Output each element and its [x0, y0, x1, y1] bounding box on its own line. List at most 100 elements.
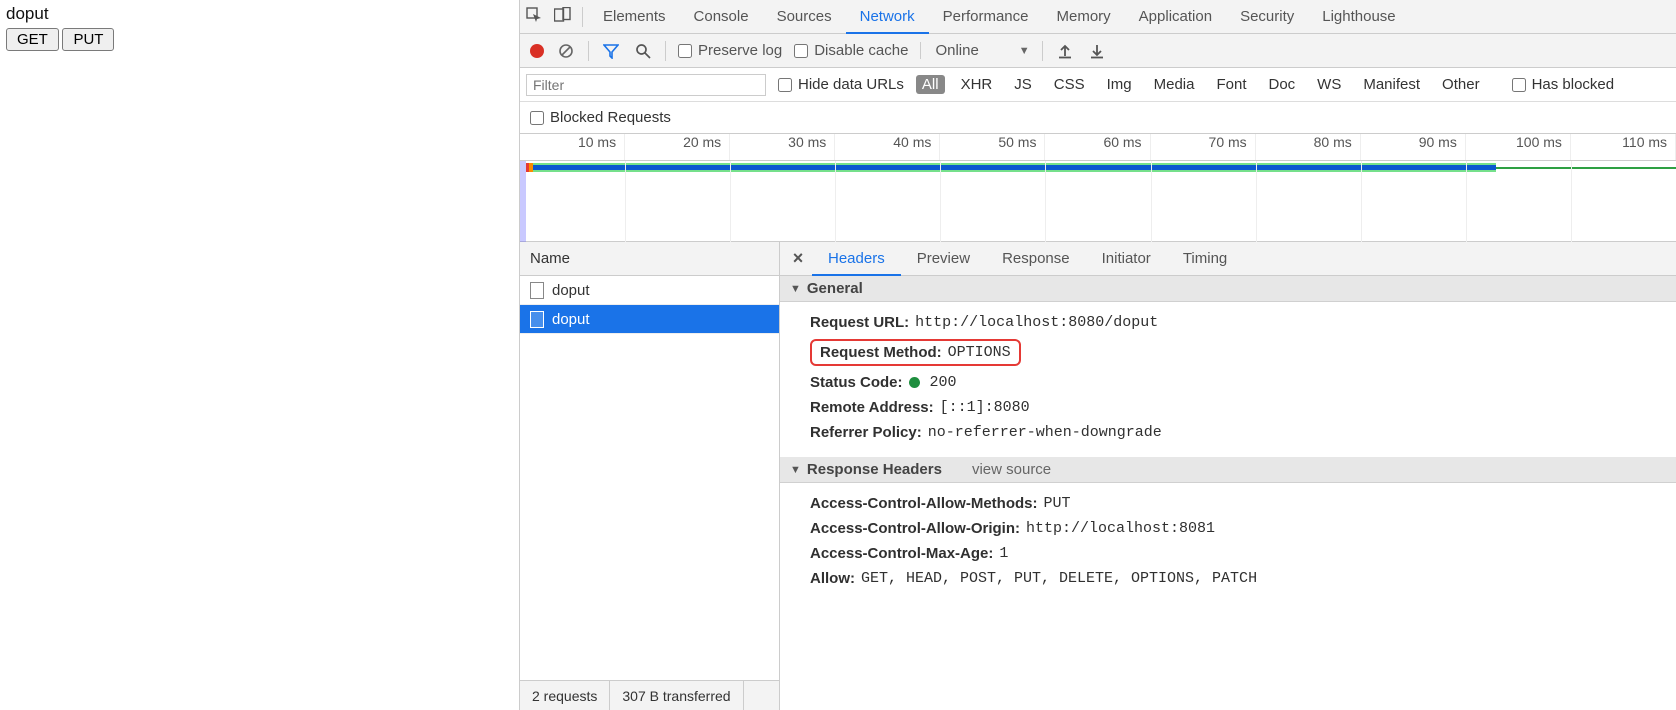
blocked-requests-row: Blocked Requests — [520, 102, 1676, 134]
disable-cache-checkbox[interactable]: Disable cache — [794, 42, 908, 59]
request-status-bar: 2 requests 307 B transferred — [520, 680, 779, 710]
status-requests: 2 requests — [520, 681, 610, 710]
acao-value: http://localhost:8081 — [1026, 520, 1215, 537]
request-list-header[interactable]: Name — [520, 242, 779, 276]
filter-input[interactable] — [526, 74, 766, 96]
request-name: doput — [552, 282, 590, 299]
tab-memory[interactable]: Memory — [1043, 0, 1125, 34]
allow-value: GET, HEAD, POST, PUT, DELETE, OPTIONS, P… — [861, 570, 1257, 587]
page-button-row: GET PUT — [6, 28, 513, 51]
section-general-title: General — [807, 280, 863, 297]
tab-performance[interactable]: Performance — [929, 0, 1043, 34]
filter-type-doc[interactable]: Doc — [1262, 75, 1301, 94]
has-blocked-input[interactable] — [1512, 78, 1526, 92]
blocked-requests-input[interactable] — [530, 111, 544, 125]
referrer-policy-value: no-referrer-when-downgrade — [928, 424, 1162, 441]
section-general[interactable]: ▼ General — [780, 276, 1676, 302]
details-body: ▼ General Request URL: http://localhost:… — [780, 276, 1676, 710]
request-row[interactable]: doput — [520, 305, 779, 334]
download-har-icon[interactable] — [1087, 43, 1107, 59]
filter-type-img[interactable]: Img — [1101, 75, 1138, 94]
tab-network[interactable]: Network — [846, 0, 929, 34]
timeline-overview[interactable] — [520, 161, 1676, 242]
request-name: doput — [552, 311, 590, 328]
tab-elements[interactable]: Elements — [589, 0, 680, 34]
time-tick: 90 ms — [1361, 134, 1466, 160]
filter-type-manifest[interactable]: Manifest — [1357, 75, 1426, 94]
hide-data-urls-checkbox[interactable]: Hide data URLs — [778, 76, 904, 93]
request-row[interactable]: doput — [520, 276, 779, 305]
devtools: ElementsConsoleSourcesNetworkPerformance… — [520, 0, 1676, 710]
acma-value: 1 — [999, 545, 1008, 562]
network-timeline[interactable]: 10 ms20 ms30 ms40 ms50 ms60 ms70 ms80 ms… — [520, 134, 1676, 242]
device-toggle-icon[interactable] — [548, 7, 576, 27]
section-response-headers-title: Response Headers — [807, 461, 942, 478]
details-pane: × HeadersPreviewResponseInitiatorTiming … — [780, 242, 1676, 710]
close-icon[interactable]: × — [784, 248, 812, 269]
filter-type-all[interactable]: All — [916, 75, 945, 94]
time-tick: 20 ms — [625, 134, 730, 160]
page-title: doput — [6, 4, 513, 24]
preserve-log-input[interactable] — [678, 44, 692, 58]
time-tick: 60 ms — [1045, 134, 1150, 160]
blocked-requests-checkbox[interactable]: Blocked Requests — [530, 109, 671, 126]
acma-key: Access-Control-Max-Age: — [810, 545, 993, 562]
preserve-log-checkbox[interactable]: Preserve log — [678, 42, 782, 59]
clear-icon[interactable] — [556, 43, 576, 59]
tab-application[interactable]: Application — [1125, 0, 1226, 34]
status-code-value: 200 — [930, 374, 957, 391]
filter-type-ws[interactable]: WS — [1311, 75, 1347, 94]
remote-address-key: Remote Address: — [810, 399, 934, 416]
time-tick: 40 ms — [835, 134, 940, 160]
network-split: Name doput doput 2 requests 307 B transfe… — [520, 242, 1676, 710]
record-button[interactable] — [530, 44, 544, 58]
filter-type-css[interactable]: CSS — [1048, 75, 1091, 94]
time-tick: 80 ms — [1256, 134, 1361, 160]
timeline-tail — [1496, 167, 1676, 169]
general-list: Request URL: http://localhost:8080/doput… — [780, 302, 1676, 457]
has-blocked-checkbox[interactable]: Has blocked — [1512, 76, 1615, 93]
request-list-pane: Name doput doput 2 requests 307 B transfe… — [520, 242, 780, 710]
divider — [1042, 41, 1043, 61]
time-tick: 30 ms — [730, 134, 835, 160]
network-toolbar: Preserve log Disable cache Online ▼ — [520, 34, 1676, 68]
filter-type-other[interactable]: Other — [1436, 75, 1486, 94]
request-url-value: http://localhost:8080/doput — [915, 314, 1158, 331]
throttling-select[interactable]: Online ▼ — [920, 42, 1029, 59]
time-tick: 100 ms — [1466, 134, 1571, 160]
request-list: doput doput — [520, 276, 779, 680]
acam-value: PUT — [1044, 495, 1071, 512]
details-tab-timing[interactable]: Timing — [1167, 242, 1243, 276]
timeline-marker — [529, 163, 533, 172]
inspect-icon[interactable] — [520, 7, 548, 27]
filter-bar: Hide data URLs All XHR JS CSS Img Media Font Do… — [520, 68, 1676, 102]
disable-cache-input[interactable] — [794, 44, 808, 58]
filter-type-media[interactable]: Media — [1148, 75, 1201, 94]
time-tick: 50 ms — [940, 134, 1045, 160]
time-tick: 10 ms — [520, 134, 625, 160]
details-tab-response[interactable]: Response — [986, 242, 1086, 276]
view-source-link[interactable]: view source — [972, 461, 1051, 478]
filter-type-js[interactable]: JS — [1008, 75, 1038, 94]
upload-har-icon[interactable] — [1055, 43, 1075, 59]
details-tab-preview[interactable]: Preview — [901, 242, 986, 276]
filter-icon[interactable] — [601, 43, 621, 59]
timeline-bar — [526, 163, 1496, 172]
tab-lighthouse[interactable]: Lighthouse — [1308, 0, 1409, 34]
time-tick: 110 ms — [1571, 134, 1676, 160]
tab-security[interactable]: Security — [1226, 0, 1308, 34]
section-response-headers[interactable]: ▼ Response Headers view source — [780, 457, 1676, 483]
get-button[interactable]: GET — [6, 28, 59, 51]
search-icon[interactable] — [633, 43, 653, 59]
tab-sources[interactable]: Sources — [763, 0, 846, 34]
time-tick: 70 ms — [1151, 134, 1256, 160]
filter-type-xhr[interactable]: XHR — [955, 75, 999, 94]
tab-console[interactable]: Console — [680, 0, 763, 34]
column-name: Name — [530, 250, 570, 267]
filter-type-font[interactable]: Font — [1210, 75, 1252, 94]
details-tab-headers[interactable]: Headers — [812, 242, 901, 276]
timeline-selection-handle[interactable] — [520, 161, 526, 242]
put-button[interactable]: PUT — [62, 28, 114, 51]
hide-data-urls-input[interactable] — [778, 78, 792, 92]
details-tab-initiator[interactable]: Initiator — [1086, 242, 1167, 276]
